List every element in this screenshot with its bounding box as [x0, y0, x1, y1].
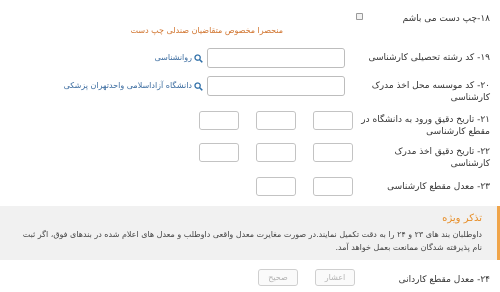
special-notice-box: تذکر ویژه داوطلبان بند های ۲۳ و ۲۴ را به…: [0, 206, 500, 260]
q23-label: ۲۳- معدل مقطع کارشناسی: [387, 182, 490, 192]
q19-label: ۱۹- کد رشته تحصیلی کارشناسی: [368, 53, 490, 63]
bachelor-gpa-integer-input[interactable]: [313, 177, 353, 196]
notice-title: تذکر ویژه: [442, 213, 482, 224]
institute-lookup-text: دانشگاه آزاداسلامی واحدتهران پزشکی: [63, 81, 192, 90]
associate-gpa-decimal-button[interactable]: اعشار: [315, 269, 355, 286]
q21-label-line2: مقطع کارشناسی: [426, 127, 490, 137]
q20-label: ۲۰- کد موسسه محل اخذ مدرک کارشناسی: [350, 80, 490, 104]
notice-text: داوطلبان بند های ۲۳ و ۲۴ را به دقت تکمیل…: [22, 230, 482, 252]
institute-code-input[interactable]: [207, 76, 345, 96]
graduation-date-month-input[interactable]: [256, 143, 296, 162]
graduation-date-day-input[interactable]: [313, 143, 353, 162]
q20-label-line1: ۲۰- کد موسسه محل اخذ مدرک: [371, 81, 490, 91]
institute-lookup[interactable]: دانشگاه آزاداسلامی واحدتهران پزشکی: [64, 80, 203, 92]
field-code-lookup[interactable]: روانشناسی: [154, 52, 203, 64]
bachelor-gpa-decimal-input[interactable]: [256, 177, 296, 196]
q24-label: ۲۴- معدل مقطع کاردانی: [398, 275, 490, 285]
associate-gpa-integer-button[interactable]: صحیح: [258, 269, 298, 286]
q21-label: ۲۱- تاریخ دقیق ورود به دانشگاه در مقطع ک…: [340, 114, 490, 138]
q18-label: ۱۸-چپ دست می باشم: [402, 14, 490, 24]
left-handed-checkbox[interactable]: [356, 13, 363, 20]
q20-label-line2: کارشناسی: [450, 93, 490, 103]
entry-date-month-input[interactable]: [256, 111, 296, 130]
q21-label-line1: ۲۱- تاریخ دقیق ورود به دانشگاه در: [361, 115, 490, 125]
q18-hint: منحصرا مخصوص متقاضیان صندلی چپ دست: [130, 26, 283, 35]
graduation-date-year-input[interactable]: [199, 143, 239, 162]
search-icon: [194, 53, 203, 63]
q22-label-line2: کارشناسی: [450, 159, 490, 169]
q22-label: ۲۲- تاریخ دقیق اخذ مدرک کارشناسی: [340, 146, 490, 170]
search-icon: [194, 81, 203, 91]
q22-label-line1: ۲۲- تاریخ دقیق اخذ مدرک: [394, 147, 490, 157]
entry-date-year-input[interactable]: [199, 111, 239, 130]
entry-date-day-input[interactable]: [313, 111, 353, 130]
field-code-input[interactable]: [207, 48, 345, 68]
field-code-lookup-text: روانشناسی: [154, 53, 192, 62]
